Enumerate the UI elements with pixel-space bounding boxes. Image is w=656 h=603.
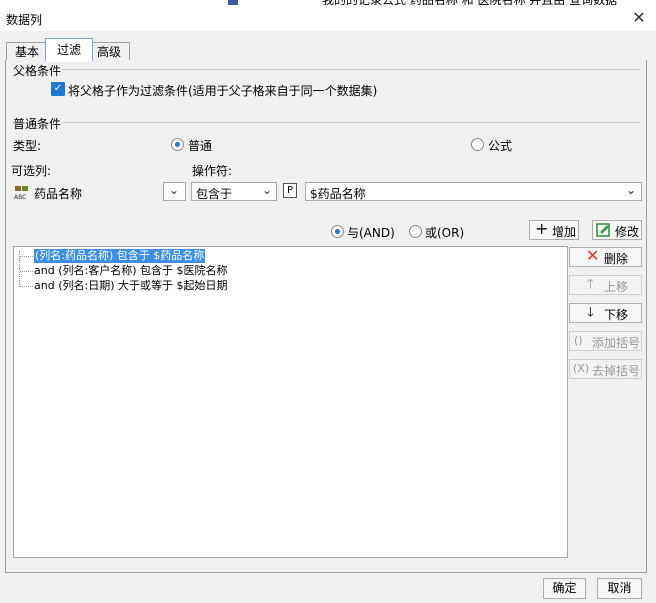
column-label: 可选列: <box>11 164 52 178</box>
bracket-icon: () <box>574 334 583 347</box>
type-normal-radio[interactable] <box>171 138 184 151</box>
add-bracket-label: 添加括号 <box>592 336 641 350</box>
tab-filter[interactable]: 过滤 <box>45 38 93 62</box>
column-select[interactable]: ABC 药品名称 ⌵ <box>11 182 186 201</box>
remove-bracket-button[interactable]: (X) 去掉括号 <box>569 359 642 379</box>
condition-row[interactable]: and (列名:日期) 大于或等于 $起始日期 <box>34 279 227 293</box>
condition-row[interactable]: (列名:药品名称) 包含于 $药品名称 <box>34 249 206 263</box>
modify-icon <box>596 223 610 237</box>
delete-button-label: 删除 <box>604 252 629 266</box>
cancel-button[interactable]: 取消 <box>597 578 642 599</box>
use-parent-filter-label: 将父格子作为过滤条件(适用于父子格来自于同一个数据集) <box>68 84 378 98</box>
plus-icon: + <box>535 219 549 238</box>
tab-advanced[interactable]: 高级 <box>88 42 130 61</box>
parameter-icon[interactable]: P <box>283 183 297 198</box>
type-normal-label: 普通 <box>188 139 213 153</box>
value-select[interactable]: $药品名称 ⌄ <box>305 182 642 201</box>
parent-condition-label: 父格条件 <box>13 64 62 78</box>
operator-select[interactable]: 包含于 ⌄ <box>191 182 277 201</box>
title-bar <box>0 5 656 31</box>
window-title: 数据列 <box>6 13 43 27</box>
operator-value: 包含于 <box>196 187 233 201</box>
chevron-down-icon: ⌄ <box>169 183 180 197</box>
move-up-button[interactable]: 🡑 上移 <box>569 275 642 295</box>
tree-branch <box>20 271 33 272</box>
close-icon[interactable]: ✕ <box>630 9 648 27</box>
move-down-button[interactable]: 🡓 下移 <box>569 303 642 323</box>
ok-button[interactable]: 确定 <box>543 578 586 599</box>
condition-row[interactable]: and (列名:客户名称) 包含于 $医院名称 <box>34 264 227 278</box>
move-down-label: 下移 <box>604 308 629 322</box>
tree-branch <box>20 256 33 257</box>
tree-branch <box>20 286 33 287</box>
add-button-label: 增加 <box>552 225 577 239</box>
parent-condition-divider <box>62 69 640 70</box>
normal-condition-label: 普通条件 <box>13 117 62 131</box>
logic-and-radio[interactable] <box>331 225 344 238</box>
add-bracket-button[interactable]: () 添加括号 <box>569 331 642 351</box>
move-up-label: 上移 <box>604 280 629 294</box>
remove-bracket-icon: (X) <box>573 362 590 375</box>
column-dropdown-button[interactable]: ⌄ <box>163 182 186 201</box>
abc-field-icon: ABC <box>14 186 28 200</box>
type-formula-radio[interactable] <box>471 138 484 151</box>
arrow-up-icon: 🡑 <box>587 277 594 292</box>
column-value: 药品名称 <box>34 187 83 201</box>
remove-bracket-label: 去掉括号 <box>592 364 641 378</box>
use-parent-filter-checkbox[interactable]: ✓ <box>51 82 65 96</box>
conditions-list[interactable]: (列名:药品名称) 包含于 $药品名称 and (列名:客户名称) 包含于 $医… <box>13 246 568 558</box>
logic-and-label: 与(AND) <box>347 226 395 240</box>
delete-x-icon: ✕ <box>586 246 600 265</box>
logic-or-label: 或(OR) <box>425 226 465 240</box>
modify-button-label: 修改 <box>615 225 640 239</box>
type-label: 类型: <box>13 139 42 153</box>
delete-button[interactable]: ✕ 删除 <box>569 247 642 267</box>
value-text: $药品名称 <box>310 187 366 201</box>
operator-label: 操作符: <box>192 164 233 178</box>
chevron-down-icon: ⌄ <box>625 183 636 197</box>
normal-condition-divider <box>62 122 640 123</box>
chevron-down-icon: ⌄ <box>261 183 272 197</box>
logic-or-radio[interactable] <box>409 225 422 238</box>
type-formula-label: 公式 <box>488 139 513 153</box>
svg-text:ABC: ABC <box>14 194 26 200</box>
arrow-down-icon: 🡓 <box>587 305 594 320</box>
modify-button[interactable]: 修改 <box>592 220 642 240</box>
tab-basic[interactable]: 基本 <box>6 42 48 61</box>
add-button[interactable]: + 增加 <box>529 220 579 240</box>
